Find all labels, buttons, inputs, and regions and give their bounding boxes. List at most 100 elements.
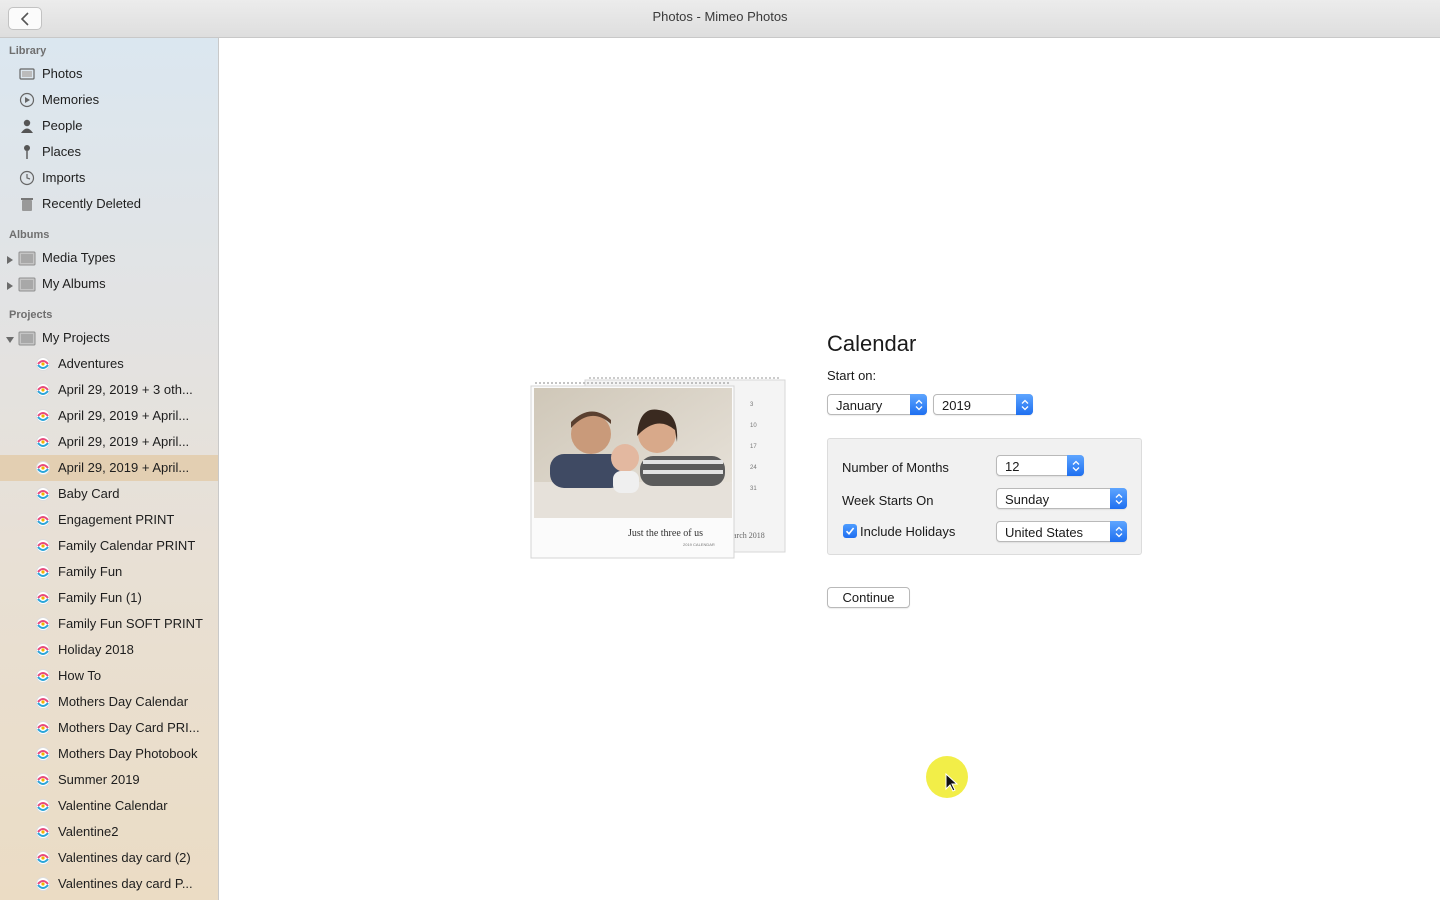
start-on-label: Start on: bbox=[827, 368, 877, 383]
mimeo-project-icon bbox=[35, 434, 51, 450]
projects-header: Projects bbox=[9, 309, 53, 321]
sidebar-item-label: My Albums bbox=[42, 276, 106, 291]
imports-clock-icon bbox=[18, 169, 36, 187]
calendar-title: Calendar bbox=[827, 331, 917, 356]
trash-icon bbox=[18, 195, 36, 213]
people-icon bbox=[18, 117, 36, 135]
disclosure-triangle-right-icon[interactable] bbox=[5, 279, 15, 290]
sidebar-item-label: April 29, 2019 + April... bbox=[58, 434, 190, 449]
number-of-months-select[interactable]: 12 bbox=[996, 455, 1084, 476]
sidebar-project-item[interactable]: Valentine2 bbox=[0, 819, 218, 845]
calendar-preview-image: 3 10 17 24 31 arch 2018 Just the three of us… bbox=[525, 372, 800, 567]
window-title: Photos - Mimeo Photos bbox=[652, 9, 788, 24]
sidebar-project-item[interactable]: Mothers Day Photobook bbox=[0, 741, 218, 767]
sidebar-project-item[interactable]: April 29, 2019 + April... bbox=[0, 403, 218, 429]
sidebar-item-label: Mothers Day Calendar bbox=[58, 694, 189, 709]
sidebar-item-label: Imports bbox=[42, 170, 86, 185]
sidebar-item-label: How To bbox=[58, 668, 102, 683]
title-bar: Photos - Mimeo Photos bbox=[0, 0, 1440, 38]
sidebar-project-item[interactable]: April 29, 2019 + April... bbox=[0, 429, 218, 455]
mimeo-project-icon bbox=[35, 408, 51, 424]
sidebar-item-label: My Projects bbox=[42, 330, 110, 345]
number-of-months-label: Number of Months bbox=[842, 460, 949, 475]
back-page-date: 24 bbox=[750, 465, 757, 471]
disclosure-triangle-down-icon[interactable] bbox=[5, 333, 15, 343]
folder-icon bbox=[18, 249, 36, 267]
sidebar-item-people[interactable]: People bbox=[0, 113, 218, 139]
sidebar-item-label: Mothers Day Photobook bbox=[58, 746, 198, 761]
include-holidays-checkbox[interactable] bbox=[843, 524, 857, 538]
folder-icon bbox=[18, 275, 36, 293]
sidebar-item-media-types[interactable]: Media Types bbox=[0, 245, 218, 271]
sidebar-item-label: People bbox=[42, 118, 83, 133]
sidebar-item-memories[interactable]: Memories bbox=[0, 87, 218, 113]
sidebar-item-label: April 29, 2019 + April... bbox=[58, 408, 190, 423]
sidebar-item-label: Mothers Day Card PRI... bbox=[58, 720, 200, 735]
mimeo-project-icon bbox=[35, 720, 51, 736]
sidebar-project-item[interactable]: Valentine Calendar bbox=[0, 793, 218, 819]
sidebar-item-label: April 29, 2019 + April... bbox=[58, 460, 190, 475]
sidebar-item-label: Valentines day card P... bbox=[58, 876, 193, 891]
sidebar-project-item[interactable]: Valentines day card (2) bbox=[0, 845, 218, 871]
sidebar-item-label: Recently Deleted bbox=[42, 196, 141, 211]
sidebar-item-label: Engagement PRINT bbox=[58, 512, 175, 527]
sidebar-project-item[interactable]: Mothers Day Card PRI... bbox=[0, 715, 218, 741]
sidebar-item-my-albums[interactable]: My Albums bbox=[0, 271, 218, 297]
back-page-month: arch 2018 bbox=[733, 531, 765, 540]
select-stepper-icon bbox=[1110, 488, 1127, 509]
sidebar-project-item[interactable]: How To bbox=[0, 663, 218, 689]
start-year-select[interactable]: 2019 bbox=[933, 394, 1033, 415]
sidebar-item-imports[interactable]: Imports bbox=[0, 165, 218, 191]
week-starts-on-label: Week Starts On bbox=[842, 493, 934, 508]
sidebar-project-item[interactable]: Family Calendar PRINT bbox=[0, 533, 218, 559]
preview-caption: Just the three of us bbox=[628, 528, 703, 539]
mimeo-project-icon bbox=[35, 694, 51, 710]
mimeo-project-icon bbox=[35, 356, 51, 372]
sidebar-project-item[interactable]: Summer 2019 bbox=[0, 767, 218, 793]
sidebar-project-item[interactable]: Valentines day card P... bbox=[0, 871, 218, 897]
mimeo-project-icon bbox=[35, 824, 51, 840]
mimeo-project-icon bbox=[35, 642, 51, 658]
sidebar-project-item[interactable]: Baby Card bbox=[0, 481, 218, 507]
sidebar-project-item[interactable]: Adventures bbox=[0, 351, 218, 377]
sidebar-project-item[interactable]: Family Fun (1) bbox=[0, 585, 218, 611]
sidebar-item-recently-deleted[interactable]: Recently Deleted bbox=[0, 191, 218, 217]
sidebar-project-item[interactable]: April 29, 2019 + April... bbox=[0, 455, 218, 481]
sidebar-item-label: Photos bbox=[42, 66, 83, 81]
sidebar-item-label: Valentine2 bbox=[58, 824, 119, 839]
mimeo-project-icon bbox=[35, 616, 51, 632]
sidebar-project-item[interactable]: Mothers Day Calendar bbox=[0, 689, 218, 715]
sidebar-project-item[interactable]: Holiday 2018 bbox=[0, 637, 218, 663]
mimeo-project-icon bbox=[35, 538, 51, 554]
start-year-value: 2019 bbox=[942, 398, 971, 413]
sidebar-item-label: Media Types bbox=[42, 250, 116, 265]
checkmark-icon bbox=[845, 527, 855, 536]
mimeo-project-icon bbox=[35, 668, 51, 684]
sidebar-item-label: Family Fun bbox=[58, 564, 123, 579]
sidebar-item-my-projects[interactable]: My Projects bbox=[0, 325, 218, 351]
places-pin-icon bbox=[18, 143, 36, 161]
sidebar-project-item[interactable]: Family Fun SOFT PRINT bbox=[0, 611, 218, 637]
mimeo-project-icon bbox=[35, 590, 51, 606]
sidebar-project-item[interactable]: April 29, 2019 + 3 oth... bbox=[0, 377, 218, 403]
mimeo-project-icon bbox=[35, 850, 51, 866]
sidebar-item-label: Summer 2019 bbox=[58, 772, 140, 787]
mimeo-project-icon bbox=[35, 798, 51, 814]
preview-subcaption: 2019 CALENDAR bbox=[683, 542, 715, 547]
sidebar-project-item[interactable]: Engagement PRINT bbox=[0, 507, 218, 533]
back-page-date: 31 bbox=[750, 486, 757, 492]
sidebar-item-places[interactable]: Places bbox=[0, 139, 218, 165]
start-month-select[interactable]: January bbox=[827, 394, 927, 415]
library-header: Library bbox=[9, 45, 47, 57]
holidays-country-select[interactable]: United States bbox=[996, 521, 1127, 542]
disclosure-triangle-right-icon[interactable] bbox=[5, 253, 15, 264]
sidebar-item-label: Memories bbox=[42, 92, 100, 107]
holidays-country-value: United States bbox=[1005, 525, 1084, 540]
sidebar-item-label: Family Fun (1) bbox=[58, 590, 142, 605]
sidebar-item-photos[interactable]: Photos bbox=[0, 61, 218, 87]
week-starts-on-select[interactable]: Sunday bbox=[996, 488, 1127, 509]
sidebar-project-item[interactable]: Family Fun bbox=[0, 559, 218, 585]
folder-icon bbox=[18, 329, 36, 347]
continue-button[interactable]: Continue bbox=[827, 587, 910, 608]
sidebar-item-label: Valentines day card (2) bbox=[58, 850, 191, 865]
